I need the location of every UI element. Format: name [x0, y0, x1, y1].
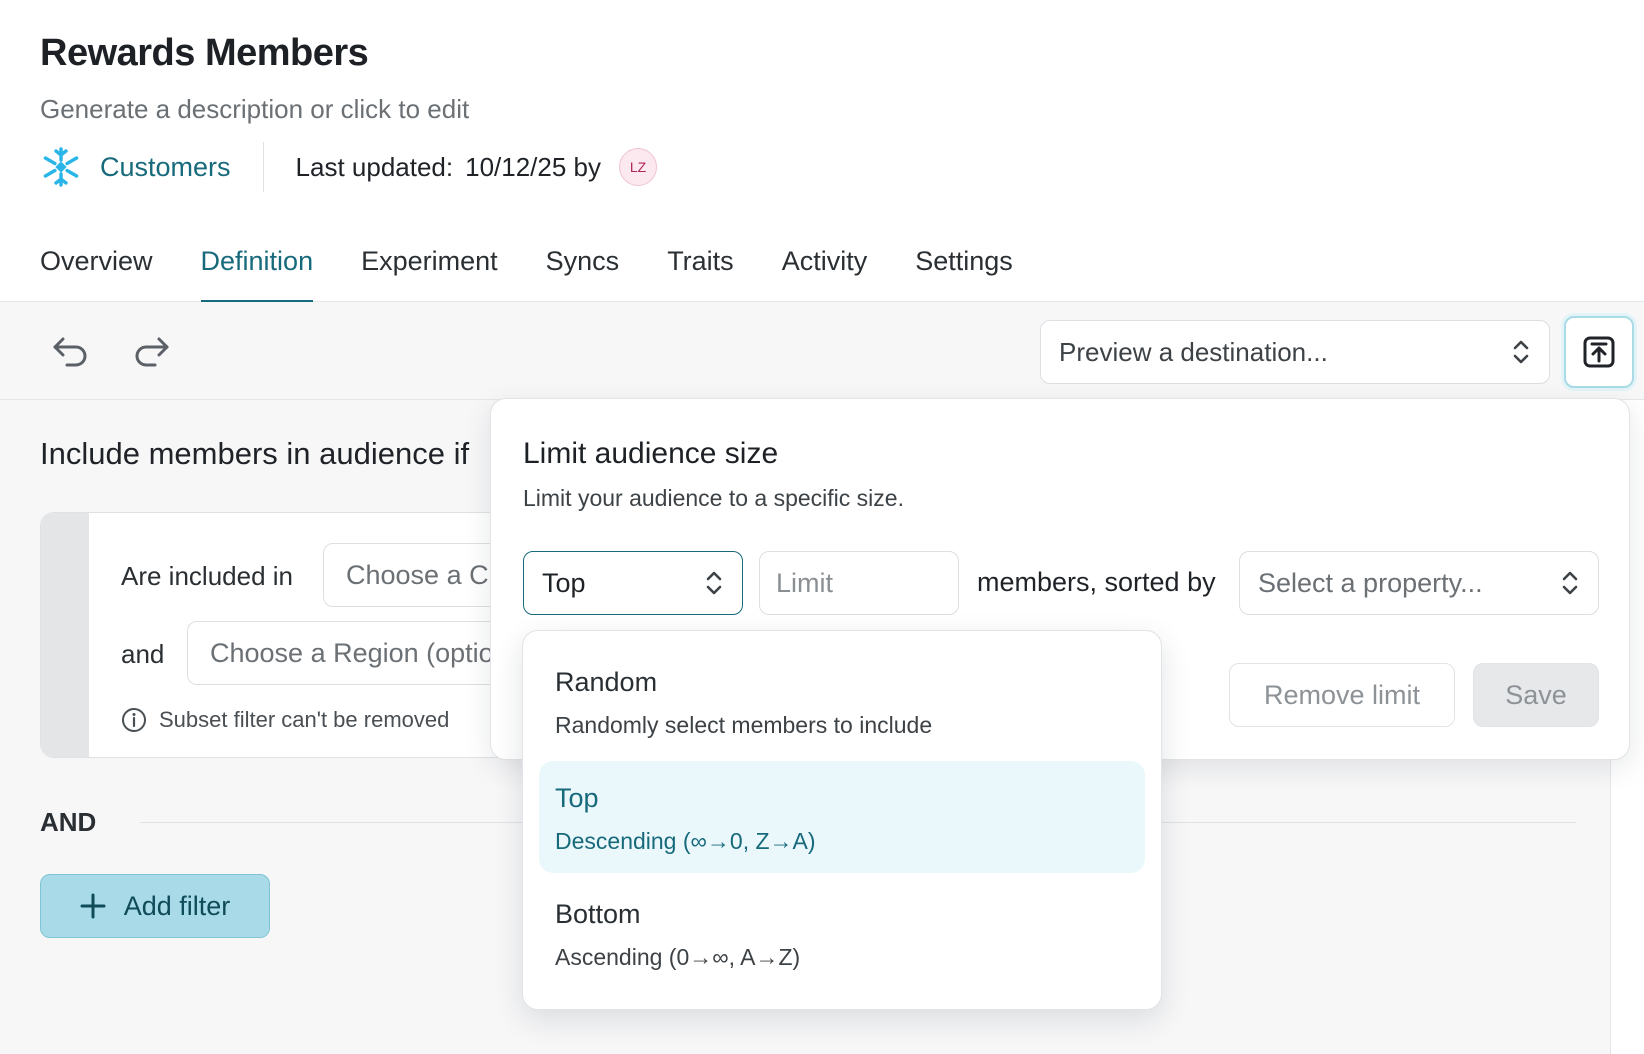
tab-syncs[interactable]: Syncs: [546, 228, 620, 302]
redo-button[interactable]: [126, 328, 176, 374]
snowflake-icon: [43, 147, 79, 187]
subset-note-text: Subset filter can't be removed: [159, 707, 450, 732]
order-select-value: Top: [542, 567, 586, 598]
plus-icon: [80, 893, 106, 919]
preview-destination-select[interactable]: Preview a destination...: [1040, 320, 1550, 384]
upload-icon: [1583, 336, 1615, 368]
save-button[interactable]: Save: [1473, 663, 1599, 727]
region-placeholder: Choose a Region (optio: [210, 637, 494, 668]
include-heading: Include members in audience if: [40, 436, 470, 471]
popover-subtitle: Limit your audience to a specific size.: [523, 485, 904, 511]
meta-row: Customers Last updated: 10/12/25 by LZ: [40, 142, 657, 192]
chevron-up-down-icon: [1513, 340, 1529, 364]
and-connector-label: and: [121, 639, 165, 669]
condition-placeholder: Choose a C: [346, 559, 489, 590]
chevron-up-down-icon: [706, 571, 722, 595]
page-title: Rewards Members: [40, 32, 369, 74]
add-filter-button[interactable]: Add filter: [40, 874, 270, 938]
export-button[interactable]: [1564, 316, 1634, 388]
add-filter-label: Add filter: [123, 890, 231, 921]
subset-note: Subset filter can't be removed: [121, 707, 449, 733]
option-name: Top: [555, 783, 599, 813]
condition-label: Are included in: [121, 561, 293, 591]
tab-bar: Overview Definition Experiment Syncs Tra…: [0, 228, 1644, 303]
option-description: Randomly select members to include: [555, 712, 933, 738]
undo-icon: [53, 337, 87, 367]
property-select-placeholder: Select a property...: [1258, 567, 1483, 598]
tab-overview[interactable]: Overview: [40, 228, 153, 302]
tab-settings[interactable]: Settings: [915, 228, 1013, 302]
page-description[interactable]: Generate a description or click to edit: [40, 94, 469, 125]
option-name: Random: [555, 667, 658, 697]
tab-activity[interactable]: Activity: [782, 228, 868, 302]
option-description: Descending (∞→0, Z→A): [555, 828, 816, 854]
region-select[interactable]: Choose a Region (optio: [187, 621, 517, 685]
remove-limit-button[interactable]: Remove limit: [1229, 663, 1455, 727]
property-select[interactable]: Select a property...: [1239, 551, 1599, 615]
filter-card-stripe: [41, 513, 89, 757]
sorted-by-label: members, sorted by: [977, 567, 1216, 597]
info-icon: [122, 708, 146, 732]
limit-input[interactable]: [759, 551, 959, 615]
undo-button[interactable]: [46, 328, 96, 374]
last-updated-label: Last updated:: [295, 151, 454, 182]
tab-definition[interactable]: Definition: [200, 228, 313, 303]
last-updated-value: 10/12/25 by: [465, 151, 601, 182]
order-dropdown-menu: Random Randomly select members to includ…: [522, 630, 1162, 1010]
definition-toolbar: Preview a destination...: [0, 302, 1644, 400]
tab-traits[interactable]: Traits: [667, 228, 734, 302]
avatar[interactable]: LZ: [619, 148, 657, 186]
and-divider-label: AND: [40, 806, 97, 837]
order-option-random[interactable]: Random Randomly select members to includ…: [539, 645, 1145, 757]
tab-experiment[interactable]: Experiment: [361, 228, 498, 302]
option-name: Bottom: [555, 899, 641, 929]
order-option-top[interactable]: Top Descending (∞→0, Z→A): [539, 761, 1145, 873]
redo-icon: [135, 337, 169, 367]
preview-destination-placeholder: Preview a destination...: [1059, 336, 1328, 367]
popover-title: Limit audience size: [523, 437, 779, 470]
order-select[interactable]: Top: [523, 551, 743, 615]
source-link[interactable]: Customers: [40, 142, 264, 192]
option-description: Ascending (0→∞, A→Z): [555, 944, 801, 970]
last-updated: Last updated: 10/12/25 by LZ: [264, 148, 657, 186]
chevron-up-down-icon: [1562, 571, 1578, 595]
order-option-bottom[interactable]: Bottom Ascending (0→∞, A→Z): [539, 877, 1145, 989]
source-name: Customers: [100, 151, 231, 182]
